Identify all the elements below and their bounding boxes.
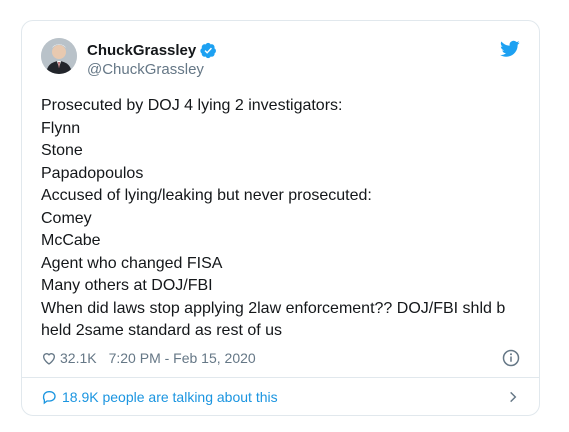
twitter-bird-icon[interactable] [500, 40, 520, 58]
tweet-line: Stone [41, 142, 83, 159]
tweet-line: Agent who changed FISA [41, 254, 223, 272]
info-icon[interactable] [502, 349, 520, 367]
tweet-line: Many others at DOJ/FBI [41, 277, 213, 294]
tweet-line: Prosecuted by DOJ 4 lying 2 investigator… [41, 97, 343, 114]
tweet-timestamp[interactable]: 7:20 PM - Feb 15, 2020 [109, 350, 256, 366]
tweet-line: Accused of lying/leaking but never prose… [41, 187, 372, 204]
tweet-meta: 32.1K 7:20 PM - Feb 15, 2020 [41, 348, 520, 368]
tweet-line: Comey [41, 209, 92, 227]
avatar-image [41, 38, 77, 74]
tweet-line: held 2same standard as rest of us [41, 322, 283, 339]
tweet-line: When did laws stop applying 2law enforce… [41, 299, 506, 317]
display-name[interactable]: ChuckGrassley [87, 42, 196, 59]
tweet-text: Prosecuted by DOJ 4 lying 2 investigator… [41, 95, 520, 343]
tweet-header: ChuckGrassley @ChuckGrassley [41, 38, 520, 82]
like-count[interactable]: 32.1K [60, 350, 97, 366]
tweet-line: McCabe [41, 232, 101, 249]
avatar[interactable] [41, 38, 77, 74]
tweet-line: Flynn [41, 119, 81, 137]
verified-badge-icon [200, 42, 217, 58]
heart-icon[interactable] [41, 350, 57, 366]
tweet-card[interactable]: ChuckGrassley @ChuckGrassley Prosecuted … [21, 20, 540, 416]
conversation-count-text[interactable]: 18.9K people are talking about this [62, 389, 278, 405]
user-handle[interactable]: @ChuckGrassley [87, 61, 217, 78]
conversation-link[interactable]: 18.9K people are talking about this [41, 378, 520, 416]
tweet-line: Papadopoulos [41, 164, 144, 182]
speech-bubble-icon [42, 391, 56, 405]
chevron-right-icon[interactable] [506, 390, 520, 404]
user-names: ChuckGrassley @ChuckGrassley [87, 40, 217, 78]
